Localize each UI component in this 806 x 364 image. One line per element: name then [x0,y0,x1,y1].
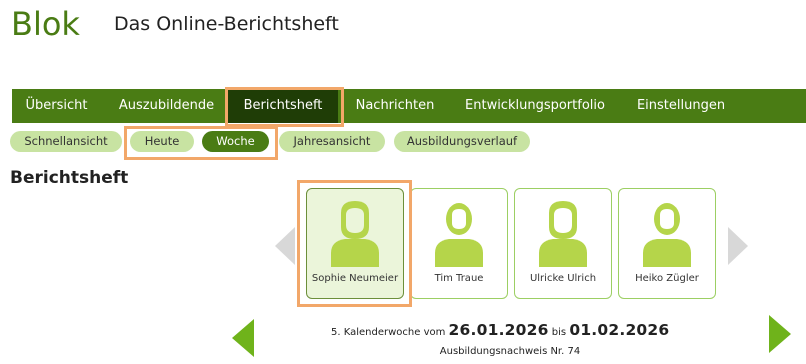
report-number: Ausbildungsnachweis Nr. 74 [439,346,581,357]
person-avatar-icon [435,203,483,267]
subnav-schnellansicht[interactable]: Schnellansicht [10,131,122,152]
highlight-selected-trainee [297,180,412,307]
week-end-date: 01.02.2026 [569,321,670,339]
chevron-right-icon[interactable] [726,227,748,265]
trainee-card-ulricke-ulrich[interactable]: Ulricke Ulrich [514,188,612,299]
week-start-date: 26.01.2026 [448,321,549,339]
nav-item-auszubildende[interactable]: Auszubildende [108,89,225,123]
week-between: bis [551,327,567,338]
chevron-left-icon[interactable] [275,227,297,265]
calendar-week-info: 5. Kalenderwoche vom 26.01.2026 bis 01.0… [331,321,669,339]
subnav-jahresansicht[interactable]: Jahresansicht [279,131,385,152]
highlight-main-nav [225,87,344,127]
page-title: Berichtsheft [10,168,129,188]
trainee-card-tim-traue[interactable]: Tim Traue [410,188,508,299]
person-avatar-icon [643,203,691,267]
nav-item-uebersicht[interactable]: Übersicht [12,89,101,123]
trainee-name: Heiko Zügler [635,273,699,284]
app-title: Das Online-Berichtsheft [114,13,339,35]
nav-item-entwicklungsportfolio[interactable]: Entwicklungsportfolio [454,89,616,123]
nav-item-einstellungen[interactable]: Einstellungen [626,89,736,123]
highlight-sub-nav [124,126,278,160]
trainee-card-heiko-zuegler[interactable]: Heiko Zügler [618,188,716,299]
person-avatar-icon [539,201,587,267]
trainee-name: Ulricke Ulrich [529,273,597,284]
nav-item-nachrichten[interactable]: Nachrichten [345,89,445,123]
blok-logo-text: Blok [11,8,80,40]
subnav-ausbildungsverlauf[interactable]: Ausbildungsverlauf [394,131,530,152]
blok-logo: Blok [11,8,80,40]
week-prefix: 5. Kalenderwoche vom [331,327,446,338]
trainee-name: Tim Traue [434,273,484,284]
main-nav: Übersicht Auszubildende Berichtsheft Nac… [12,89,806,123]
arrow-right-icon[interactable] [767,315,791,353]
